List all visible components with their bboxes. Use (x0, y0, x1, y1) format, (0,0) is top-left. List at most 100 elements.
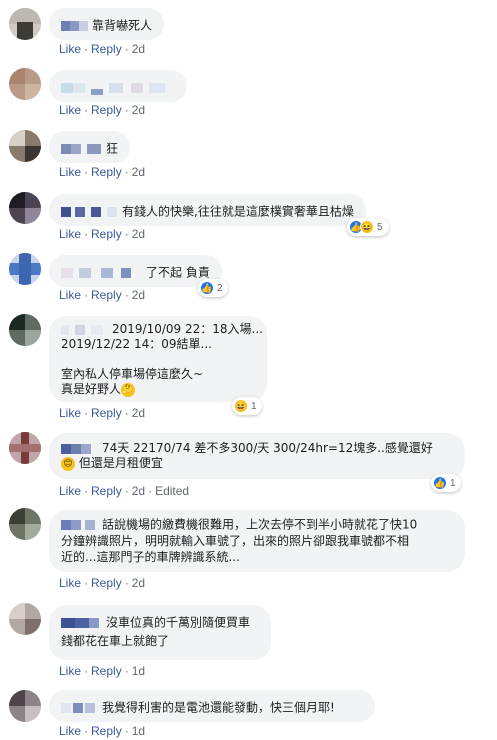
like-reaction-icon: 👍 (433, 476, 447, 490)
timestamp[interactable]: 1d (132, 664, 145, 678)
avatar[interactable] (9, 432, 41, 464)
reply-link[interactable]: Reply (91, 103, 122, 117)
comment-bubble: 了不起 負責 (49, 255, 222, 287)
comment-bubble: 沒車位真的千萬別隨便買車 錢都花在車上就飽了 (49, 605, 271, 660)
commenter-name[interactable] (61, 324, 109, 336)
comment-bubble: 靠背嚇死人 (49, 8, 165, 40)
comment-line: 真是好野人 (61, 382, 122, 396)
avatar[interactable] (9, 508, 41, 540)
haha-reaction-icon: 😆 (234, 399, 248, 413)
avatar[interactable] (9, 68, 41, 100)
comment-bubble: 74天 22170/74 差不多300/天 300/24hr=12塊多..感覺還… (49, 433, 465, 479)
timestamp[interactable]: 2d (132, 103, 145, 117)
edited-label[interactable]: Edited (155, 484, 189, 498)
comment-bubble: 有錢人的快樂,往往就是這麼樸實奢華且枯燥 (49, 194, 366, 226)
comment-bubble: 話說機場的繳費機很難用，上次去停不到半小時就花了快10 分鐘辨識照片，明明就輸入… (49, 510, 465, 572)
commenter-name[interactable] (61, 616, 103, 630)
commenter-name[interactable] (61, 266, 143, 280)
reaction-count: 1 (251, 400, 257, 412)
reply-link[interactable]: Reply (91, 288, 122, 302)
timestamp[interactable]: 2d (132, 406, 145, 420)
avatar[interactable] (9, 130, 41, 162)
comment-bubble (49, 70, 187, 102)
comment-line: 室內私人停車場停這麼久~ (61, 367, 204, 381)
timestamp[interactable]: 2d (132, 42, 145, 56)
like-reaction-icon: 👍 (200, 281, 214, 295)
avatar[interactable] (9, 253, 41, 285)
reply-link[interactable]: Reply (91, 724, 122, 738)
reply-link[interactable]: Reply (91, 484, 122, 498)
reaction-summary[interactable]: 👍 😆 5 (347, 218, 389, 236)
thinking-emoji-icon: 🤔 (121, 382, 136, 397)
comment-line: 話說機場的繳費機很難用，上次去停不到半小時就花了快10 (102, 517, 418, 532)
reaction-count: 1 (450, 477, 456, 489)
reaction-summary[interactable]: 👍 2 (198, 279, 228, 297)
haha-reaction-icon: 😆 (360, 220, 374, 234)
like-link[interactable]: Like (59, 576, 81, 590)
comment-actions: Like · Reply · 2d (59, 576, 146, 590)
reaction-count: 2 (217, 282, 223, 294)
reply-link[interactable]: Reply (91, 42, 122, 56)
comment-text: 我覺得利害的是電池還能發動，快三個月耶! (102, 700, 335, 715)
commenter-name[interactable] (61, 519, 99, 531)
commenter-name[interactable] (61, 19, 89, 33)
comment-bubble: 我覺得利害的是電池還能發動，快三個月耶! (49, 690, 375, 722)
reaction-summary[interactable]: 😆 1 (232, 397, 262, 415)
like-link[interactable]: Like (59, 42, 81, 56)
timestamp[interactable]: 2d (132, 576, 145, 590)
timestamp[interactable]: 2d (132, 227, 145, 241)
like-link[interactable]: Like (59, 664, 81, 678)
comment-actions: Like · Reply · 1d (59, 724, 146, 738)
reply-link[interactable]: Reply (91, 406, 122, 420)
reaction-summary[interactable]: 👍 1 (431, 474, 461, 492)
like-link[interactable]: Like (59, 103, 81, 117)
like-link[interactable]: Like (59, 165, 81, 179)
comment-bubble: 狂 (49, 131, 131, 163)
comment-actions: Like · Reply · 2d (59, 227, 146, 241)
avatar[interactable] (9, 192, 41, 224)
comment-line: 錢都花在車上就飽了 (61, 633, 170, 648)
reaction-count: 5 (377, 221, 383, 233)
avatar[interactable] (9, 8, 41, 40)
commenter-name[interactable] (61, 205, 119, 219)
comment-line: 分鐘辨識照片，明明就輸入車號了，出來的照片卻跟我車號都不相 (61, 533, 410, 548)
timestamp[interactable]: 1d (132, 724, 145, 738)
comment-actions: Like · Reply · 1d (59, 664, 146, 678)
comment-text: 了不起 負責 (146, 265, 210, 280)
avatar[interactable] (9, 603, 41, 635)
comment-line: 74天 22170/74 差不多300/天 300/24hr=12塊多..感覺還… (102, 441, 433, 455)
comment-text: 有錢人的快樂,往往就是這麼樸實奢華且枯燥 (122, 204, 354, 219)
like-link[interactable]: Like (59, 484, 81, 498)
comment-actions: Like · Reply · 2d (59, 103, 146, 117)
timestamp[interactable]: 2d (132, 165, 145, 179)
comment-text: 靠背嚇死人 (92, 18, 153, 33)
like-link[interactable]: Like (59, 288, 81, 302)
comment-text: 狂 (106, 141, 119, 156)
timestamp[interactable]: 2d (132, 484, 145, 498)
reply-link[interactable]: Reply (91, 664, 122, 678)
like-link[interactable]: Like (59, 406, 81, 420)
comment-line: 近的...這那門子的車牌辨識系統... (61, 549, 240, 564)
reply-link[interactable]: Reply (91, 227, 122, 241)
avatar[interactable] (9, 314, 41, 346)
comment-line: 2019/10/09 22：18入場... (112, 322, 263, 336)
commenter-name[interactable] (61, 142, 103, 156)
commenter-name[interactable] (61, 81, 171, 95)
reply-link[interactable]: Reply (91, 165, 122, 179)
comment-line: 但還是月租便宜 (78, 456, 163, 470)
like-link[interactable]: Like (59, 227, 81, 241)
reply-link[interactable]: Reply (91, 576, 122, 590)
comment-line: 2019/12/22 14：09結單... (61, 337, 212, 351)
comment-actions: Like · Reply · 2d (59, 406, 146, 420)
commenter-name[interactable] (61, 443, 99, 455)
comment-actions: Like · Reply · 2d · Edited (59, 484, 190, 498)
timestamp[interactable]: 2d (132, 288, 145, 302)
like-link[interactable]: Like (59, 724, 81, 738)
commenter-name[interactable] (61, 701, 99, 715)
comment-bubble: 2019/10/09 22：18入場... 2019/12/22 14：09結單… (49, 316, 267, 402)
comment-actions: Like · Reply · 2d (59, 42, 146, 56)
comment-line: 沒車位真的千萬別隨便買車 (106, 615, 251, 630)
comment-actions: Like · Reply · 2d (59, 288, 146, 302)
smile-emoji-icon: 😊 (61, 456, 75, 471)
avatar[interactable] (9, 690, 41, 722)
